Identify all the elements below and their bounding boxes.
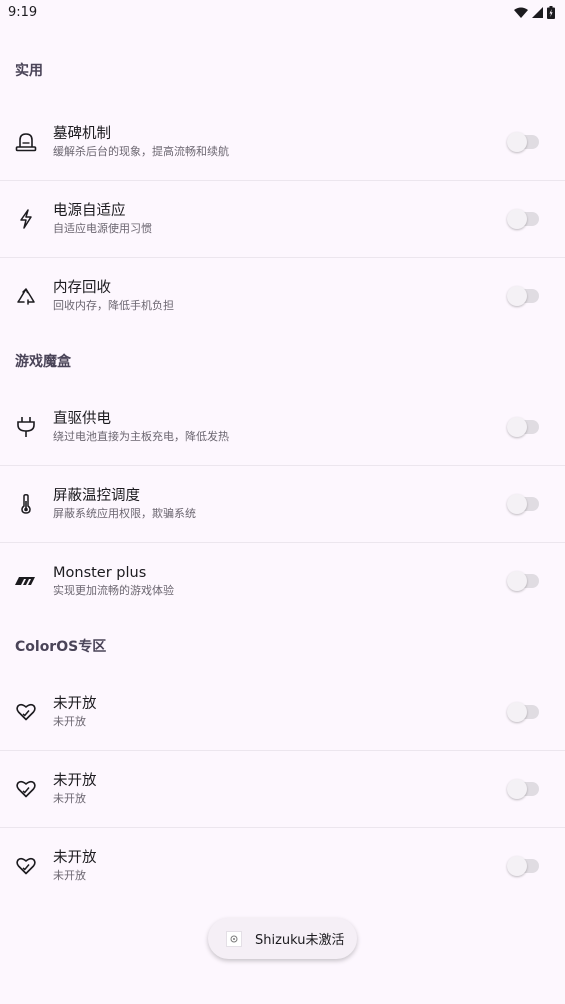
setting-item-direct-power[interactable]: 直驱供电 绕过电池直接为主板充电，降低发热: [0, 389, 565, 465]
setting-item-monster-plus[interactable]: Monster plus 实现更加流畅的游戏体验: [0, 543, 565, 619]
section-header-game-box: 游戏魔盒: [15, 354, 71, 370]
setting-subtitle: 绕过电池直接为主板充电，降低发热: [53, 430, 229, 443]
setting-item-coloros-1[interactable]: 未开放 未开放: [0, 674, 565, 750]
setting-title: 直驱供电: [53, 411, 111, 427]
setting-subtitle: 屏蔽系统应用权限，欺骗系统: [53, 507, 196, 520]
status-icons: [514, 5, 555, 19]
tombstone-toggle[interactable]: [507, 132, 539, 152]
section-header-practical: 实用: [15, 63, 43, 79]
setting-title: 未开放: [53, 773, 97, 789]
toggle-knob: [507, 779, 527, 799]
recycle-icon: [15, 285, 37, 307]
toggle-knob: [507, 286, 527, 306]
plug-icon: [15, 416, 37, 438]
setting-title: 屏蔽温控调度: [53, 488, 140, 504]
coloros-toggle-3[interactable]: [507, 856, 539, 876]
setting-title: Monster plus: [53, 565, 147, 581]
thermal-block-toggle[interactable]: [507, 494, 539, 514]
battery-icon: [547, 5, 555, 19]
section-header-coloros: ColorOS专区: [15, 639, 107, 655]
toggle-knob: [507, 702, 527, 722]
coloros-toggle-1[interactable]: [507, 702, 539, 722]
setting-title: 电源自适应: [53, 203, 126, 219]
wifi-icon: [514, 7, 528, 18]
setting-subtitle: 未开放: [53, 792, 86, 805]
monster-plus-toggle[interactable]: [507, 571, 539, 591]
signal-icon: [532, 6, 543, 18]
monster-logo-icon: [14, 570, 38, 592]
setting-title: 未开放: [53, 850, 97, 866]
setting-title: 墓碑机制: [53, 126, 111, 142]
setting-title: 未开放: [53, 696, 97, 712]
setting-subtitle: 回收内存，降低手机负担: [53, 299, 174, 312]
setting-title: 内存回收: [53, 280, 111, 296]
toggle-knob: [507, 209, 527, 229]
lightning-icon: [15, 208, 37, 230]
shizuku-status-snackbar[interactable]: Shizuku未激活: [208, 918, 357, 959]
direct-power-toggle[interactable]: [507, 417, 539, 437]
setting-subtitle: 缓解杀后台的现象，提高流畅和续航: [53, 145, 229, 158]
toggle-knob: [507, 494, 527, 514]
setting-item-memory-recycle[interactable]: 内存回收 回收内存，降低手机负担: [0, 258, 565, 334]
heart-check-icon: [15, 778, 37, 800]
setting-item-thermal-block[interactable]: 屏蔽温控调度 屏蔽系统应用权限，欺骗系统: [0, 466, 565, 542]
thermometer-icon: [15, 493, 37, 515]
setting-subtitle: 实现更加流畅的游戏体验: [53, 584, 174, 597]
setting-item-tombstone[interactable]: 墓碑机制 缓解杀后台的现象，提高流畅和续航: [0, 104, 565, 180]
setting-item-power-adaptive[interactable]: 电源自适应 自适应电源使用习惯: [0, 181, 565, 257]
toggle-knob: [507, 856, 527, 876]
setting-subtitle: 未开放: [53, 715, 86, 728]
power-adaptive-toggle[interactable]: [507, 209, 539, 229]
toggle-knob: [507, 571, 527, 591]
setting-item-coloros-2[interactable]: 未开放 未开放: [0, 751, 565, 827]
coloros-toggle-2[interactable]: [507, 779, 539, 799]
setting-item-coloros-3[interactable]: 未开放 未开放: [0, 828, 565, 904]
setting-subtitle: 未开放: [53, 869, 86, 882]
toggle-knob: [507, 132, 527, 152]
memory-recycle-toggle[interactable]: [507, 286, 539, 306]
heart-check-icon: [15, 701, 37, 723]
setting-subtitle: 自适应电源使用习惯: [53, 222, 152, 235]
heart-check-icon: [15, 855, 37, 877]
tombstone-icon: [15, 131, 37, 153]
status-time: 9:19: [8, 4, 38, 20]
status-bar: 9:19: [0, 0, 565, 24]
snackbar-text: Shizuku未激活: [255, 933, 345, 948]
toggle-knob: [507, 417, 527, 437]
app-icon: [226, 930, 242, 947]
